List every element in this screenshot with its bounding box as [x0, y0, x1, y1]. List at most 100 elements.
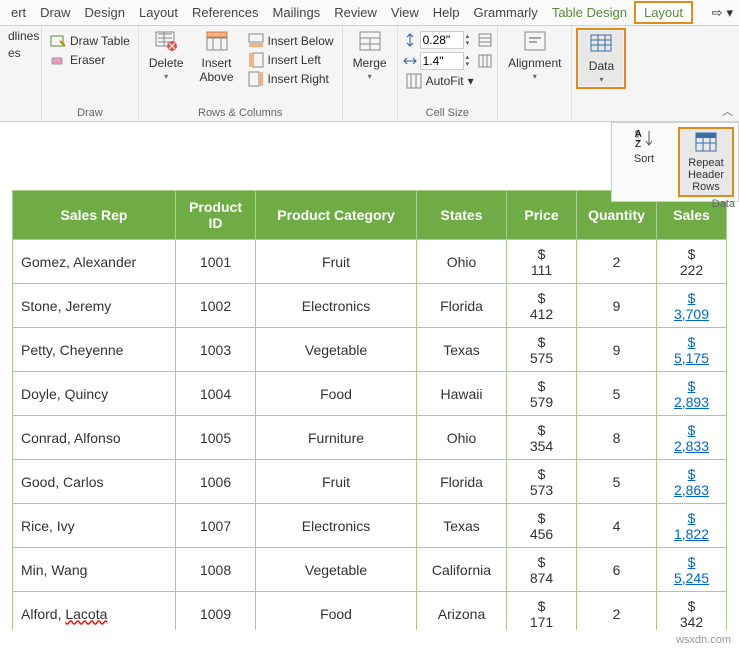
table-row[interactable]: Rice, Ivy1007ElectronicsTexas$ 4564$ 1,8…: [13, 504, 727, 548]
cell-rep[interactable]: Stone, Jeremy: [13, 284, 176, 328]
cell-price[interactable]: $ 354: [507, 416, 577, 460]
table-row[interactable]: Min, Wang1008VegetableCalifornia$ 8746$ …: [13, 548, 727, 592]
cell-cat[interactable]: Furniture: [256, 416, 417, 460]
tab-table-design[interactable]: Table Design: [545, 1, 634, 24]
cell-state[interactable]: Florida: [417, 284, 507, 328]
cell-price[interactable]: $ 456: [507, 504, 577, 548]
cell-qty[interactable]: 2: [577, 240, 657, 284]
cell-sales[interactable]: $ 5,245: [657, 548, 727, 592]
cell-sales[interactable]: $ 2,833: [657, 416, 727, 460]
cell-sales[interactable]: $ 2,863: [657, 460, 727, 504]
cell-sales[interactable]: $ 2,893: [657, 372, 727, 416]
share-icon[interactable]: ⇨: [712, 5, 723, 21]
cell-cat[interactable]: Electronics: [256, 504, 417, 548]
col-sales-rep[interactable]: Sales Rep: [13, 191, 176, 240]
height-spinner[interactable]: ▴▾: [466, 33, 470, 47]
cell-state[interactable]: Texas: [417, 328, 507, 372]
tab-help[interactable]: Help: [426, 1, 467, 24]
cell-rep[interactable]: Petty, Cheyenne: [13, 328, 176, 372]
distribute-rows-icon[interactable]: [477, 32, 493, 48]
table-row[interactable]: Stone, Jeremy1002ElectronicsFlorida$ 412…: [13, 284, 727, 328]
cell-state[interactable]: California: [417, 548, 507, 592]
gridlines-button[interactable]: dlines: [4, 28, 43, 44]
cell-rep[interactable]: Min, Wang: [13, 548, 176, 592]
cell-cat[interactable]: Fruit: [256, 240, 417, 284]
table-row[interactable]: Gomez, Alexander1001FruitOhio$ 1112$ 222: [13, 240, 727, 284]
cell-price[interactable]: $ 111: [507, 240, 577, 284]
cell-state[interactable]: Hawaii: [417, 372, 507, 416]
cell-price[interactable]: $ 579: [507, 372, 577, 416]
data-button[interactable]: Data ▾: [579, 31, 623, 86]
cell-sales[interactable]: $ 222: [657, 240, 727, 284]
cell-qty[interactable]: 6: [577, 548, 657, 592]
merge-button[interactable]: Merge ▾: [347, 28, 393, 83]
alignment-button[interactable]: Alignment ▾: [502, 28, 567, 83]
cell-state[interactable]: Florida: [417, 460, 507, 504]
insert-above-button[interactable]: Insert Above: [194, 28, 240, 86]
insert-below-button[interactable]: Insert Below: [244, 32, 338, 50]
cell-qty[interactable]: 2: [577, 592, 657, 631]
tab-view[interactable]: View: [384, 1, 426, 24]
cell-price[interactable]: $ 874: [507, 548, 577, 592]
autofit-button[interactable]: AutoFit ▾: [402, 72, 478, 90]
cell-cat[interactable]: Food: [256, 372, 417, 416]
cell-price[interactable]: $ 412: [507, 284, 577, 328]
collapse-ribbon-icon[interactable]: ︿: [722, 103, 733, 119]
cell-rep[interactable]: Conrad, Alfonso: [13, 416, 176, 460]
sort-button[interactable]: AZ Sort: [616, 127, 672, 197]
cell-cat[interactable]: Food: [256, 592, 417, 631]
cell-pid[interactable]: 1008: [176, 548, 256, 592]
cell-pid[interactable]: 1003: [176, 328, 256, 372]
cell-pid[interactable]: 1005: [176, 416, 256, 460]
tab-review[interactable]: Review: [327, 1, 384, 24]
cell-qty[interactable]: 9: [577, 328, 657, 372]
cell-state[interactable]: Ohio: [417, 416, 507, 460]
width-spinner[interactable]: ▴▾: [466, 54, 470, 68]
cell-qty[interactable]: 8: [577, 416, 657, 460]
tab-layout[interactable]: Layout: [132, 1, 185, 24]
col-width-input[interactable]: [420, 52, 464, 70]
cell-rep[interactable]: Gomez, Alexander: [13, 240, 176, 284]
cell-rep[interactable]: Alford, Lacota: [13, 592, 176, 631]
cell-price[interactable]: $ 575: [507, 328, 577, 372]
draw-table-button[interactable]: Draw Table: [46, 32, 134, 50]
cell-rep[interactable]: Good, Carlos: [13, 460, 176, 504]
col-price[interactable]: Price: [507, 191, 577, 240]
cell-state[interactable]: Texas: [417, 504, 507, 548]
cell-cat[interactable]: Fruit: [256, 460, 417, 504]
cell-pid[interactable]: 1009: [176, 592, 256, 631]
table-row[interactable]: Good, Carlos1006FruitFlorida$ 5735$ 2,86…: [13, 460, 727, 504]
insert-left-button[interactable]: Insert Left: [244, 51, 338, 69]
cell-cat[interactable]: Electronics: [256, 284, 417, 328]
cell-sales[interactable]: $ 3,709: [657, 284, 727, 328]
distribute-cols-icon[interactable]: [477, 53, 493, 69]
cell-pid[interactable]: 1006: [176, 460, 256, 504]
cell-cat[interactable]: Vegetable: [256, 328, 417, 372]
cell-qty[interactable]: 9: [577, 284, 657, 328]
table-row[interactable]: Conrad, Alfonso1005FurnitureOhio$ 3548$ …: [13, 416, 727, 460]
cell-pid[interactable]: 1004: [176, 372, 256, 416]
cell-pid[interactable]: 1001: [176, 240, 256, 284]
cell-state[interactable]: Arizona: [417, 592, 507, 631]
tab-mailings[interactable]: Mailings: [266, 1, 328, 24]
properties-button[interactable]: es: [4, 45, 25, 61]
cell-pid[interactable]: 1002: [176, 284, 256, 328]
col-states[interactable]: States: [417, 191, 507, 240]
tab-design[interactable]: Design: [78, 1, 132, 24]
cell-qty[interactable]: 5: [577, 460, 657, 504]
table-row[interactable]: Petty, Cheyenne1003VegetableTexas$ 5759$…: [13, 328, 727, 372]
tab-table-layout[interactable]: Layout: [634, 1, 693, 24]
cell-sales[interactable]: $ 342: [657, 592, 727, 631]
cell-sales[interactable]: $ 1,822: [657, 504, 727, 548]
cell-cat[interactable]: Vegetable: [256, 548, 417, 592]
tab-draw[interactable]: Draw: [33, 1, 77, 24]
qat-caret-icon[interactable]: ▾: [726, 5, 733, 21]
insert-right-button[interactable]: Insert Right: [244, 70, 338, 88]
col-product-category[interactable]: Product Category: [256, 191, 417, 240]
cell-price[interactable]: $ 171: [507, 592, 577, 631]
table-row[interactable]: Alford, Lacota1009FoodArizona$ 1712$ 342: [13, 592, 727, 631]
cell-rep[interactable]: Rice, Ivy: [13, 504, 176, 548]
delete-button[interactable]: Delete ▾: [143, 28, 190, 83]
tab-grammarly[interactable]: Grammarly: [467, 1, 545, 24]
tab-insert[interactable]: ert: [4, 1, 33, 24]
